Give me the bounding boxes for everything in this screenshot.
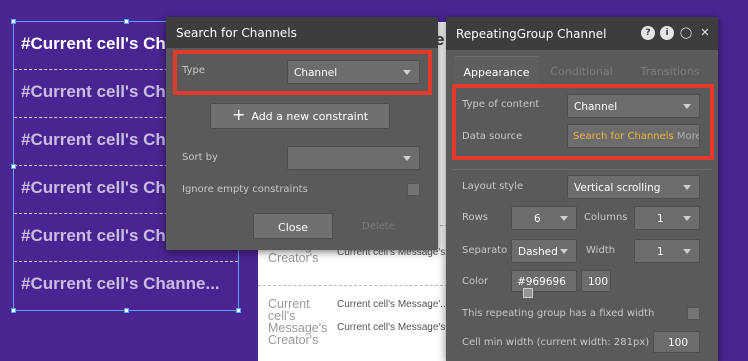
message-row: Current cell's Message's Creator's Curre… xyxy=(258,285,455,361)
chevron-down-icon xyxy=(683,185,691,190)
message-creator: Current cell's Message's Creator's xyxy=(268,297,328,347)
rg-cell[interactable]: #Current cell's Channe... xyxy=(14,262,238,310)
plus-icon: + xyxy=(231,105,246,124)
message-text: Current cell's Message's C xyxy=(337,322,456,333)
message-text: Current cell's Message'... xyxy=(337,299,449,310)
chevron-down-icon xyxy=(403,156,411,161)
color-label: Color xyxy=(462,276,489,287)
resize-handle[interactable] xyxy=(236,308,241,313)
width-value: 1 xyxy=(657,246,664,258)
fixed-width-checkbox[interactable] xyxy=(687,307,700,320)
resize-handle[interactable] xyxy=(11,308,16,313)
layout-style-dropdown[interactable]: Vertical scrolling xyxy=(567,175,700,199)
chevron-down-icon xyxy=(683,216,691,221)
ignore-empty-label: Ignore empty constraints xyxy=(182,184,308,195)
close-icon[interactable]: ✕ xyxy=(698,26,712,40)
color-value: #969696 xyxy=(517,276,566,288)
search-panel-title: Search for Channels xyxy=(166,17,438,48)
columns-dropdown[interactable]: 1 xyxy=(634,206,700,230)
ignore-empty-checkbox[interactable] xyxy=(407,183,420,196)
panel-toolbar: ? i ◯ ✕ xyxy=(641,26,712,40)
tab-transitions[interactable]: Transitions xyxy=(624,56,716,84)
columns-label: Columns xyxy=(584,212,628,223)
resize-handle[interactable] xyxy=(124,308,129,313)
min-width-input[interactable]: 100 xyxy=(653,331,700,353)
comment-icon[interactable]: ◯ xyxy=(679,26,693,40)
separator-dropdown[interactable]: Dashed xyxy=(511,239,577,263)
highlight-box xyxy=(173,50,432,95)
resize-handle[interactable] xyxy=(124,19,129,24)
min-width-label: Cell min width (current width: 281px) xyxy=(462,337,650,348)
tab-appearance[interactable]: Appearance xyxy=(454,56,539,84)
color-opacity-input[interactable]: 100 xyxy=(581,270,611,292)
chevron-down-icon xyxy=(683,249,691,254)
rows-dropdown[interactable]: 6 xyxy=(511,206,577,230)
sort-by-label: Sort by xyxy=(182,152,218,163)
help-icon[interactable]: ? xyxy=(641,26,655,40)
separator-label: Separato xyxy=(462,245,508,256)
property-tabs: Appearance Conditional Transitions xyxy=(446,50,718,84)
close-button[interactable]: Close xyxy=(253,213,333,239)
width-dropdown[interactable]: 1 xyxy=(634,239,700,263)
delete-button[interactable]: Delete xyxy=(362,221,395,232)
add-constraint-label: Add a new constraint xyxy=(251,110,369,123)
info-icon[interactable]: i xyxy=(660,26,674,40)
property-editor-panel: RepeatingGroup Channel ? i ◯ ✕ Appearanc… xyxy=(446,17,718,361)
layout-style-label: Layout style xyxy=(462,181,524,192)
tab-conditional[interactable]: Conditional xyxy=(539,56,624,84)
divider xyxy=(452,169,712,170)
width-label: Width xyxy=(586,245,616,256)
sort-by-dropdown[interactable] xyxy=(287,146,420,170)
search-panel: Search for Channels Type Channel + Add a … xyxy=(166,17,438,250)
rows-value: 6 xyxy=(534,213,541,225)
layout-style-value: Vertical scrolling xyxy=(574,182,661,194)
chevron-down-icon xyxy=(560,216,568,221)
separator-value: Dashed xyxy=(518,246,558,258)
columns-value: 1 xyxy=(657,213,664,225)
chevron-down-icon xyxy=(560,249,568,254)
add-constraint-button[interactable]: + Add a new constraint xyxy=(210,103,390,129)
fixed-width-label: This repeating group has a fixed width xyxy=(462,308,655,319)
rows-label: Rows xyxy=(462,212,489,223)
resize-handle[interactable] xyxy=(11,164,16,169)
highlight-box xyxy=(452,84,714,160)
resize-handle[interactable] xyxy=(11,19,16,24)
color-picker[interactable]: #969696 xyxy=(511,270,577,298)
color-swatch[interactable] xyxy=(523,288,533,298)
